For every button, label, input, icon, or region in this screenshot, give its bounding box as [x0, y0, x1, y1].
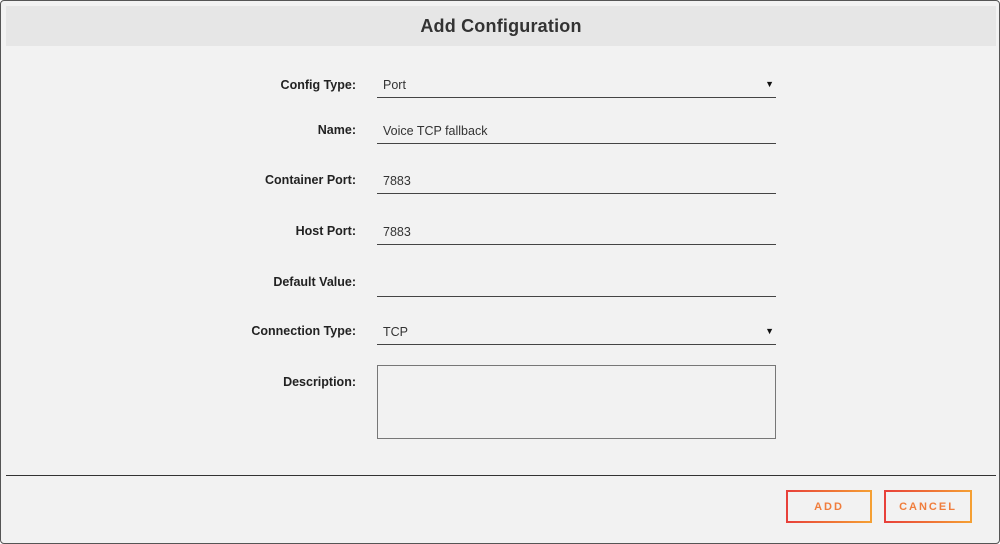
config-type-label: Config Type:	[280, 78, 356, 92]
description-textarea[interactable]	[377, 365, 776, 439]
cancel-button[interactable]: CANCEL	[884, 490, 972, 523]
name-value: Voice TCP fallback	[383, 123, 488, 138]
default-value-label: Default Value:	[273, 275, 356, 289]
dialog-title: Add Configuration	[420, 15, 582, 36]
config-type-value: Port	[383, 77, 406, 92]
chevron-down-icon: ▼	[765, 326, 774, 336]
footer-divider	[6, 475, 996, 476]
connection-type-label: Connection Type:	[251, 324, 356, 338]
container-port-value: 7883	[383, 173, 411, 188]
host-port-input[interactable]: 7883	[377, 219, 776, 245]
connection-type-value: TCP	[383, 324, 408, 339]
config-type-select[interactable]: Port ▼	[377, 72, 776, 98]
description-label: Description:	[283, 375, 356, 389]
dialog-header: Add Configuration	[6, 6, 996, 46]
add-configuration-dialog: Add Configuration Config Type: Port ▼ Na…	[0, 0, 1000, 544]
add-button[interactable]: ADD	[786, 490, 872, 523]
host-port-value: 7883	[383, 224, 411, 239]
host-port-label: Host Port:	[295, 224, 356, 238]
chevron-down-icon: ▼	[765, 79, 774, 89]
name-label: Name:	[317, 123, 356, 137]
container-port-label: Container Port:	[265, 173, 356, 187]
container-port-input[interactable]: 7883	[377, 168, 776, 194]
name-input[interactable]: Voice TCP fallback	[377, 118, 776, 144]
connection-type-select[interactable]: TCP ▼	[377, 319, 776, 345]
default-value-input[interactable]	[377, 271, 776, 297]
